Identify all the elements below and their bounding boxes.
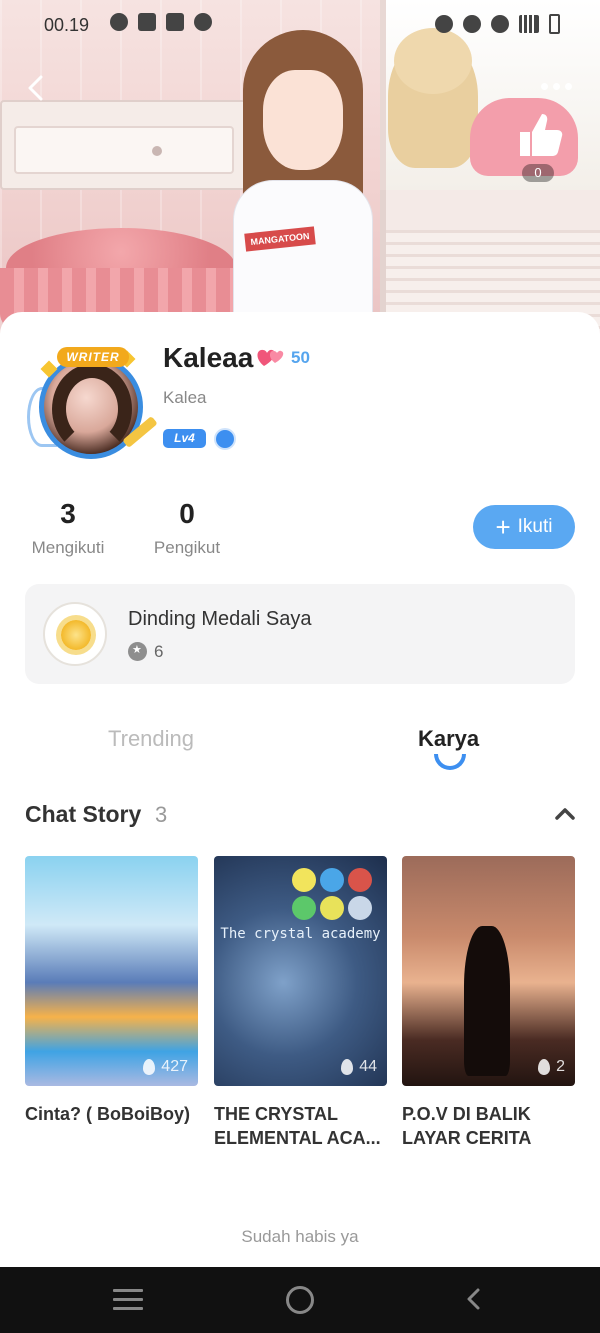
like-count: 0 <box>522 164 554 182</box>
heart-count: 50 <box>291 348 310 367</box>
writer-badge: WRITER <box>57 347 129 367</box>
following-stat[interactable]: 3 Mengikuti <box>25 498 111 558</box>
story-title: P.O.V DI BALIK LAYAR CERITA <box>402 1104 532 1148</box>
level-badge[interactable]: Lv4 <box>163 429 206 448</box>
like-button[interactable]: 0 <box>510 108 568 184</box>
battery-icon <box>549 14 560 34</box>
story-card[interactable]: The crystal academy 44 THE CRYSTAL ELEME… <box>214 856 387 1150</box>
story-cover: 427 <box>25 856 198 1086</box>
story-title: Cinta? ( BoBoiBoy) <box>25 1104 190 1124</box>
story-views: 427 <box>143 1058 188 1076</box>
cover-dresser <box>0 100 250 190</box>
story-views: 44 <box>341 1058 377 1076</box>
water-drop-badge-icon[interactable] <box>214 428 236 450</box>
chevron-left-icon <box>28 75 43 101</box>
avatar-frame[interactable]: WRITER <box>25 347 158 465</box>
star-badge-icon <box>128 642 147 661</box>
followers-label: Pengikut <box>153 538 221 557</box>
following-count: 3 <box>60 498 76 529</box>
username: Kaleaa <box>163 342 254 373</box>
menu-line-icon <box>113 1298 143 1301</box>
status-right-icons <box>435 14 560 34</box>
fire-icon <box>143 1059 156 1075</box>
tab-trending[interactable]: Trending <box>108 726 194 752</box>
story-views: 2 <box>538 1058 565 1076</box>
more-dot-icon <box>552 82 560 90</box>
vibrate-icon <box>435 15 453 33</box>
recent-apps-button[interactable] <box>113 1289 143 1311</box>
active-tab-indicator <box>434 754 466 770</box>
fire-icon <box>538 1059 551 1075</box>
story-view-count: 427 <box>161 1058 188 1075</box>
app-notification-icon <box>110 13 128 31</box>
follow-button-label: Ikuti <box>517 516 553 537</box>
more-dot-icon <box>540 82 548 90</box>
follow-button[interactable]: + Ikuti <box>473 505 575 549</box>
menu-line-icon <box>113 1307 143 1310</box>
cover-teddy-bear <box>388 28 478 168</box>
story-view-count: 44 <box>359 1058 377 1075</box>
section-count: 3 <box>155 802 168 827</box>
thumbs-up-icon <box>520 114 563 156</box>
story-card[interactable]: 2 P.O.V DI BALIK LAYAR CERITA <box>402 856 575 1150</box>
system-navigation-bar <box>0 1267 600 1333</box>
cover-drawer-knob <box>152 146 162 156</box>
collapse-button[interactable] <box>553 802 577 826</box>
system-back-button[interactable] <box>462 1287 486 1311</box>
profile-sheet: WRITER Kaleaa 50 Kalea Lv4 3 Mengikuti 0… <box>0 312 600 1267</box>
usb-icon <box>138 13 156 31</box>
followers-count: 0 <box>179 498 195 529</box>
fire-icon <box>341 1059 354 1075</box>
hearts-icon <box>257 349 284 366</box>
user-handle: Kalea <box>163 388 207 407</box>
chevron-left-icon <box>467 1288 480 1310</box>
plus-icon: + <box>495 512 511 542</box>
crystal-orbs-art <box>284 868 374 920</box>
more-options-button[interactable] <box>532 68 580 104</box>
back-button[interactable] <box>16 68 56 108</box>
story-cover-text: The crystal academy <box>220 926 381 942</box>
medal-wall-card[interactable]: Dinding Medali Saya 6 <box>25 584 575 684</box>
mail-icon <box>166 13 184 31</box>
status-bar: 00.19 <box>0 0 600 50</box>
status-left-icons <box>110 13 212 31</box>
medal-icon <box>43 602 107 666</box>
following-label: Mengikuti <box>31 538 105 557</box>
avatar-hair <box>52 364 132 454</box>
end-of-list-text: Sudah habis ya <box>241 1227 359 1246</box>
status-time: 00.19 <box>44 15 90 35</box>
tab-karya[interactable]: Karya <box>418 726 479 752</box>
chevron-up-icon <box>555 808 575 820</box>
story-view-count: 2 <box>556 1058 565 1075</box>
story-cover-silhouette <box>464 926 510 1076</box>
settings-icon <box>194 13 212 31</box>
story-card[interactable]: 427 Cinta? ( BoBoiBoy) <box>25 856 198 1126</box>
home-button[interactable] <box>286 1286 314 1314</box>
do-not-disturb-icon <box>463 15 481 33</box>
story-title: THE CRYSTAL ELEMENTAL ACA... <box>214 1104 381 1148</box>
story-cover: 2 <box>402 856 575 1086</box>
cover-character: MANGATOON <box>225 10 385 340</box>
section-title: Chat Story <box>25 801 142 827</box>
medal-count: 6 <box>154 642 164 661</box>
cover-character-face <box>263 70 343 170</box>
cover-drawer <box>14 126 234 174</box>
menu-line-icon <box>113 1289 143 1292</box>
followers-stat[interactable]: 0 Pengikut <box>148 498 226 558</box>
story-cover: The crystal academy 44 <box>214 856 387 1086</box>
medal-wall-title: Dinding Medali Saya <box>128 608 312 630</box>
wifi-icon <box>491 15 509 33</box>
more-dot-icon <box>564 82 572 90</box>
signal-icon <box>519 15 539 33</box>
